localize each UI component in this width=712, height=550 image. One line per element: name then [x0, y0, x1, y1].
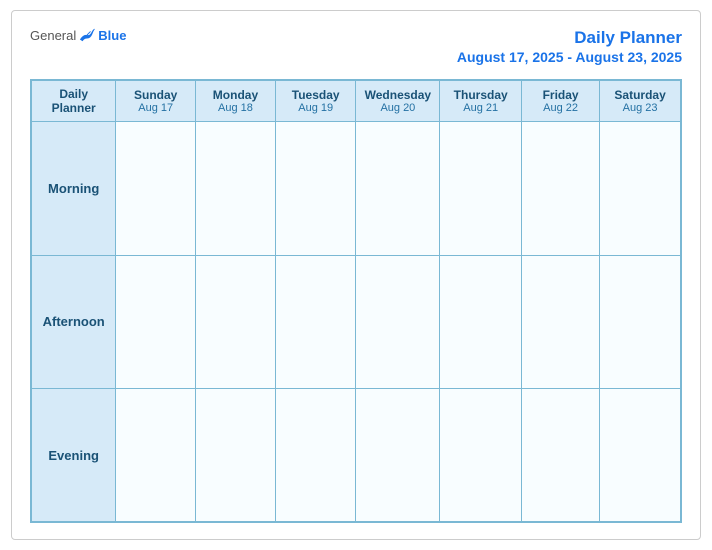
morning-tuesday[interactable]: [275, 122, 355, 255]
day-header-3: Wednesday Aug 20: [356, 80, 440, 122]
evening-label: Evening: [31, 389, 116, 522]
evening-wednesday[interactable]: [356, 389, 440, 522]
logo-bird-icon: [78, 27, 96, 43]
logo-text: General Blue: [30, 27, 126, 43]
morning-saturday[interactable]: [600, 122, 681, 255]
evening-thursday[interactable]: [440, 389, 522, 522]
logo-area: General Blue: [30, 27, 126, 43]
label-header-text: Daily Planner: [36, 87, 111, 115]
calendar-table: Daily Planner Sunday Aug 17 Monday Aug 1…: [30, 79, 682, 523]
evening-tuesday[interactable]: [275, 389, 355, 522]
morning-label: Morning: [31, 122, 116, 255]
logo-general-text: General: [30, 28, 76, 43]
afternoon-label: Afternoon: [31, 255, 116, 388]
afternoon-monday[interactable]: [195, 255, 275, 388]
day-header-2: Tuesday Aug 19: [275, 80, 355, 122]
day-header-1: Monday Aug 18: [195, 80, 275, 122]
afternoon-thursday[interactable]: [440, 255, 522, 388]
evening-monday[interactable]: [195, 389, 275, 522]
afternoon-saturday[interactable]: [600, 255, 681, 388]
morning-monday[interactable]: [195, 122, 275, 255]
morning-sunday[interactable]: [116, 122, 196, 255]
evening-friday[interactable]: [522, 389, 600, 522]
evening-sunday[interactable]: [116, 389, 196, 522]
day-header-4: Thursday Aug 21: [440, 80, 522, 122]
day-header-5: Friday Aug 22: [522, 80, 600, 122]
morning-thursday[interactable]: [440, 122, 522, 255]
afternoon-wednesday[interactable]: [356, 255, 440, 388]
date-range: August 17, 2025 - August 23, 2025: [457, 49, 682, 65]
day-header-0: Sunday Aug 17: [116, 80, 196, 122]
morning-wednesday[interactable]: [356, 122, 440, 255]
header: General Blue Daily Planner August 17, 20…: [30, 27, 682, 67]
morning-row: Morning: [31, 122, 681, 255]
afternoon-row: Afternoon: [31, 255, 681, 388]
evening-saturday[interactable]: [600, 389, 681, 522]
page: General Blue Daily Planner August 17, 20…: [11, 10, 701, 540]
day-header-6: Saturday Aug 23: [600, 80, 681, 122]
title-area: Daily Planner August 17, 2025 - August 2…: [457, 27, 682, 67]
planner-title: Daily Planner: [574, 28, 682, 47]
logo-blue-text: Blue: [98, 28, 126, 43]
afternoon-tuesday[interactable]: [275, 255, 355, 388]
afternoon-friday[interactable]: [522, 255, 600, 388]
morning-friday[interactable]: [522, 122, 600, 255]
evening-row: Evening: [31, 389, 681, 522]
header-row: Daily Planner Sunday Aug 17 Monday Aug 1…: [31, 80, 681, 122]
afternoon-sunday[interactable]: [116, 255, 196, 388]
label-column-header: Daily Planner: [31, 80, 116, 122]
